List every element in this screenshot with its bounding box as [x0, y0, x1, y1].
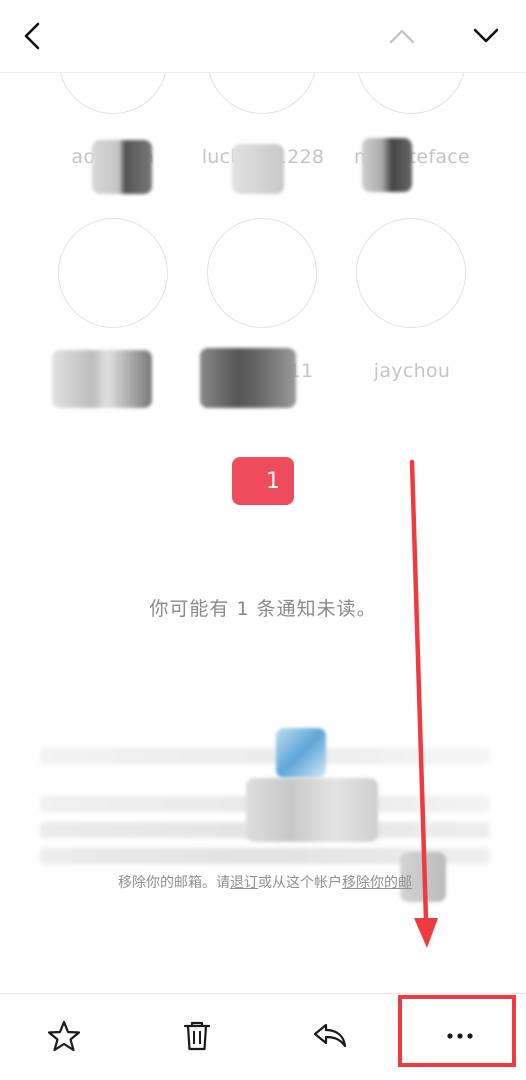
pixelated-area — [232, 144, 284, 194]
reply-icon — [313, 1023, 347, 1048]
avatar[interactable] — [356, 72, 466, 114]
pixelated-area — [362, 138, 412, 192]
avatar[interactable] — [356, 218, 466, 328]
pixelated-area — [52, 350, 152, 408]
annotation-highlight-box — [398, 995, 516, 1067]
footer-unsubscribe-line: 移除你的邮箱。请退订或从这个帐户移除你的邮 — [40, 872, 490, 892]
star-icon — [47, 1020, 81, 1052]
unread-notice-text: 你可能有 1 条通知未读。 — [149, 598, 377, 620]
star-button[interactable] — [42, 1014, 86, 1058]
back-button[interactable] — [14, 16, 54, 56]
pixelated-area — [92, 140, 152, 194]
avatar[interactable] — [207, 218, 317, 328]
delete-button[interactable] — [175, 1014, 219, 1058]
chevron-up-icon — [389, 29, 415, 44]
pixelated-area — [200, 348, 296, 408]
next-email-button[interactable] — [466, 16, 506, 56]
email-body: aoiyusta lucky_h1228 miss_teface jenny_8… — [0, 72, 526, 992]
top-bar — [0, 0, 526, 73]
pixelated-area — [246, 778, 378, 842]
footer-text: 或从这个帐户 — [258, 875, 342, 891]
chevron-left-icon — [24, 22, 40, 50]
avatar[interactable] — [207, 72, 317, 114]
remove-email-link[interactable]: 移除你的邮 — [342, 875, 412, 891]
avatar[interactable] — [58, 218, 168, 328]
footer-text: 移除你的邮箱。请 — [118, 875, 230, 891]
email-detail-screen: aoiyusta lucky_h1228 miss_teface jenny_8… — [0, 0, 526, 1080]
trash-icon — [183, 1021, 211, 1051]
reply-button[interactable] — [308, 1014, 352, 1058]
pixelated-area — [276, 728, 326, 778]
footer-blurred-line — [40, 748, 490, 764]
previous-email-button[interactable] — [382, 16, 422, 56]
unsubscribe-link[interactable]: 退订 — [230, 875, 258, 891]
chevron-down-icon — [473, 28, 499, 43]
notification-count-badge: 1 — [232, 457, 294, 505]
suggested-username[interactable]: jaychou — [337, 360, 487, 382]
suggested-username[interactable]: miss_teface — [337, 146, 487, 168]
avatar[interactable] — [58, 72, 168, 114]
